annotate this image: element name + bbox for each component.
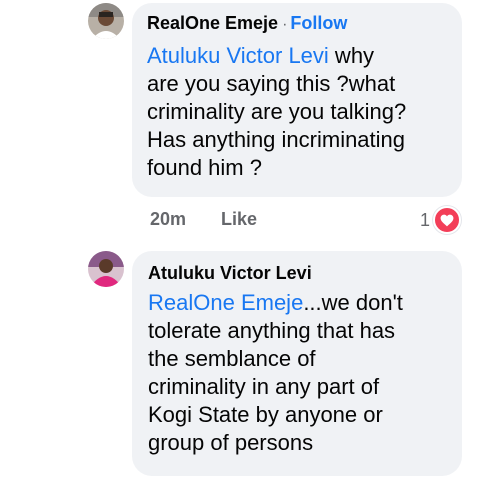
reaction-summary[interactable]: 1 [420, 206, 462, 234]
comment-bubble: RealOne Emeje · Follow Atuluku Victor Levi… [132, 3, 462, 197]
comment-header: RealOne Emeje · Follow [147, 12, 447, 36]
separator-dot: · [282, 16, 288, 33]
author-name[interactable]: RealOne Emeje [147, 13, 278, 33]
comment-text: RealOne Emeje...we don't tolerate anythi… [148, 289, 446, 457]
heart-icon [433, 206, 462, 234]
mention-link[interactable]: RealOne Emeje [148, 290, 303, 315]
comment-text: Atuluku Victor Levi why are you saying t… [147, 42, 447, 182]
comment-bubble: Atuluku Victor Levi RealOne Emeje...we d… [132, 251, 462, 476]
author-name[interactable]: Atuluku Victor Levi [148, 263, 312, 283]
user-photo-icon [88, 251, 124, 287]
mention-link[interactable]: Atuluku Victor Levi [147, 43, 329, 68]
reaction-count: 1 [420, 209, 431, 230]
follow-button[interactable]: Follow [290, 13, 347, 33]
commenter-avatar[interactable] [88, 3, 124, 39]
comment-header: Atuluku Victor Levi [148, 262, 446, 284]
commenter-avatar[interactable] [88, 251, 124, 287]
timestamp[interactable]: 20m [150, 209, 186, 230]
user-photo-icon [88, 3, 124, 39]
like-button[interactable]: Like [221, 209, 257, 230]
comment-thread: RealOne Emeje · Follow Atuluku Victor Levi… [0, 0, 480, 479]
